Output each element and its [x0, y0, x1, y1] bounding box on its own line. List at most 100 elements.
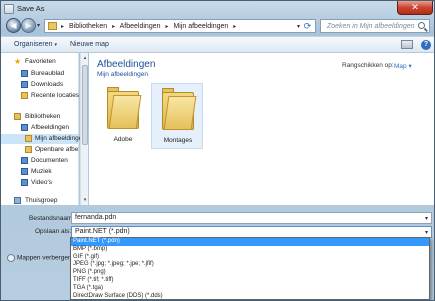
filename-input[interactable]: fernanda.pdn ▾ [71, 212, 432, 224]
filetype-value: Paint.NET (*.pdn) [75, 228, 130, 235]
arrange-by-label: Rangschikken op: [342, 62, 394, 69]
breadcrumb-separator-icon[interactable]: ▸ [112, 24, 115, 30]
scroll-down-icon[interactable]: ▾ [82, 197, 88, 203]
breadcrumb-item[interactable]: Bibliotheken [69, 23, 107, 30]
filetype-option[interactable]: PNG (*.png) [71, 269, 429, 277]
filetype-option[interactable]: BMP (*.bmp) [71, 246, 429, 254]
folder-item-adobe[interactable]: Adobe [97, 83, 149, 149]
sidebar-item-label: Favorieten [25, 58, 56, 65]
navigation-pane: ★ Favorieten Bureaublad Downloads Recent… [1, 53, 86, 206]
sidebar-item-label: Afbeeldingen [31, 124, 69, 131]
library-subtitle: Mijn afbeeldingen [97, 71, 148, 78]
filetype-option[interactable]: DirectDraw Surface (DDS) (*.dds) [71, 293, 429, 300]
library-title: Afbeeldingen [97, 59, 156, 70]
chevron-up-icon [7, 254, 15, 262]
back-button[interactable]: ◀ [6, 18, 21, 33]
filetype-dropdown-list: Paint.NET (*.pdn) BMP (*.bmp) GIF (*.gif… [70, 237, 430, 300]
filetype-option[interactable]: TGA (*.tga) [71, 285, 429, 293]
save-as-dialog: Save As ✕ ◀ ▶ ▾ ▸ Bibliotheken ▸ Afbeeld… [0, 0, 435, 301]
chevron-down-icon[interactable]: ▾ [425, 229, 428, 236]
organize-label: Organiseren [14, 41, 53, 48]
filetype-option[interactable]: Paint.NET (*.pdn) [71, 238, 429, 246]
sidebar-scrollbar[interactable]: ▴ ▾ [80, 53, 88, 205]
star-icon: ★ [14, 57, 22, 66]
refresh-icon[interactable]: ⟳ [302, 21, 313, 31]
hide-folders-label: Mappen verbergen [17, 254, 72, 262]
folder-icon [107, 87, 142, 129]
forward-button[interactable]: ▶ [21, 18, 36, 33]
breadcrumb-separator-icon[interactable]: ▸ [61, 24, 64, 30]
arrange-by-value: Map [394, 63, 407, 70]
title-bar: Save As ✕ [1, 1, 434, 17]
breadcrumb-item[interactable]: Afbeeldingen [120, 23, 161, 30]
breadcrumb-separator-icon[interactable]: ▸ [233, 24, 236, 30]
folder-icon [162, 88, 197, 130]
breadcrumb-separator-icon[interactable]: ▸ [165, 24, 168, 30]
filetype-option[interactable]: JPEG (*.jpg; *.jpeg; *.jpe; *.jfif) [71, 261, 429, 269]
sidebar-item-public-pictures[interactable]: Openbare afbe [1, 145, 79, 155]
folder-label: Montages [163, 137, 193, 144]
file-list-pane: Afbeeldingen Mijn afbeeldingen Rangschik… [89, 53, 434, 205]
close-button[interactable]: ✕ [397, 1, 433, 15]
library-icon [14, 113, 21, 120]
sidebar-item-label: Bibliotheken [25, 113, 61, 120]
sidebar-item-documents[interactable]: Documenten [1, 156, 79, 166]
folder-icon [25, 146, 32, 153]
chevron-down-icon: ▾ [54, 42, 58, 48]
help-icon[interactable]: ? [421, 40, 431, 50]
new-folder-button[interactable]: Nieuwe map [70, 41, 109, 48]
organize-button[interactable]: Organiseren ▾ [14, 41, 57, 48]
scroll-up-icon[interactable]: ▴ [82, 55, 88, 61]
sidebar-item-label: Bureaublad [31, 70, 65, 77]
documents-icon [21, 157, 28, 164]
sidebar-item-desktop[interactable]: Bureaublad [1, 69, 79, 79]
folder-icon [48, 22, 57, 30]
sidebar-item-label: Thuisgroep [25, 197, 58, 204]
folder-icon [25, 135, 32, 142]
filetype-option[interactable]: GIF (*.gif) [71, 254, 429, 262]
sidebar-item-favorites[interactable]: ★ Favorieten [1, 57, 79, 67]
downloads-icon [21, 81, 28, 88]
filename-label: Bestandsnaam: [29, 215, 75, 222]
recent-pages-dropdown-icon[interactable]: ▾ [37, 22, 40, 29]
recent-icon [21, 92, 28, 99]
chevron-down-icon: ▾ [408, 63, 412, 70]
hide-folders-button[interactable]: Mappen verbergen [7, 254, 72, 262]
sidebar-item-homegroup[interactable]: Thuisgroep [1, 196, 79, 206]
app-icon [4, 4, 14, 14]
address-dropdown-icon[interactable]: ▾ [297, 23, 300, 30]
sidebar-item-label: Video's [31, 179, 52, 186]
change-view-icon[interactable] [401, 40, 413, 49]
videos-icon [21, 179, 28, 186]
sidebar-item-music[interactable]: Muziek [1, 167, 79, 177]
scroll-thumb[interactable] [82, 65, 88, 145]
command-toolbar: Organiseren ▾ Nieuwe map ? [1, 36, 434, 53]
search-icon[interactable] [418, 22, 425, 29]
sidebar-item-label: Mijn afbeeldingen [35, 135, 86, 142]
search-input[interactable]: Zoeken in Mijn afbeeldingen [320, 19, 430, 33]
folder-item-montages[interactable]: Montages [151, 83, 203, 149]
filetype-label: Opslaan als: [35, 228, 72, 235]
sidebar-item-pictures[interactable]: Afbeeldingen [1, 123, 79, 133]
desktop-icon [21, 70, 28, 77]
sidebar-item-videos[interactable]: Video's [1, 178, 79, 188]
search-placeholder: Zoeken in Mijn afbeeldingen [327, 23, 415, 30]
sidebar-item-label: Muziek [31, 168, 52, 175]
sidebar-item-recent[interactable]: Recente locaties [1, 91, 79, 101]
breadcrumb-item[interactable]: Mijn afbeeldingen [173, 23, 228, 30]
music-icon [21, 168, 28, 175]
breadcrumb: ▸ Bibliotheken ▸ Afbeeldingen ▸ Mijn afb… [61, 23, 239, 30]
sidebar-item-label: Documenten [31, 157, 68, 164]
sidebar-item-downloads[interactable]: Downloads [1, 80, 79, 90]
pictures-icon [21, 124, 28, 131]
homegroup-icon [14, 197, 21, 204]
sidebar-item-label: Downloads [31, 81, 64, 88]
filetype-option[interactable]: TIFF (*.tif; *.tiff) [71, 277, 429, 285]
folder-label: Adobe [113, 136, 133, 143]
sidebar-item-my-pictures[interactable]: Mijn afbeeldingen [1, 134, 86, 144]
address-bar[interactable]: ▸ Bibliotheken ▸ Afbeeldingen ▸ Mijn afb… [44, 19, 316, 33]
sidebar-item-libraries[interactable]: Bibliotheken [1, 112, 79, 122]
chevron-down-icon[interactable]: ▾ [425, 215, 428, 222]
arrange-by-dropdown[interactable]: Map ▾ [394, 62, 412, 70]
window-title: Save As [17, 4, 45, 13]
